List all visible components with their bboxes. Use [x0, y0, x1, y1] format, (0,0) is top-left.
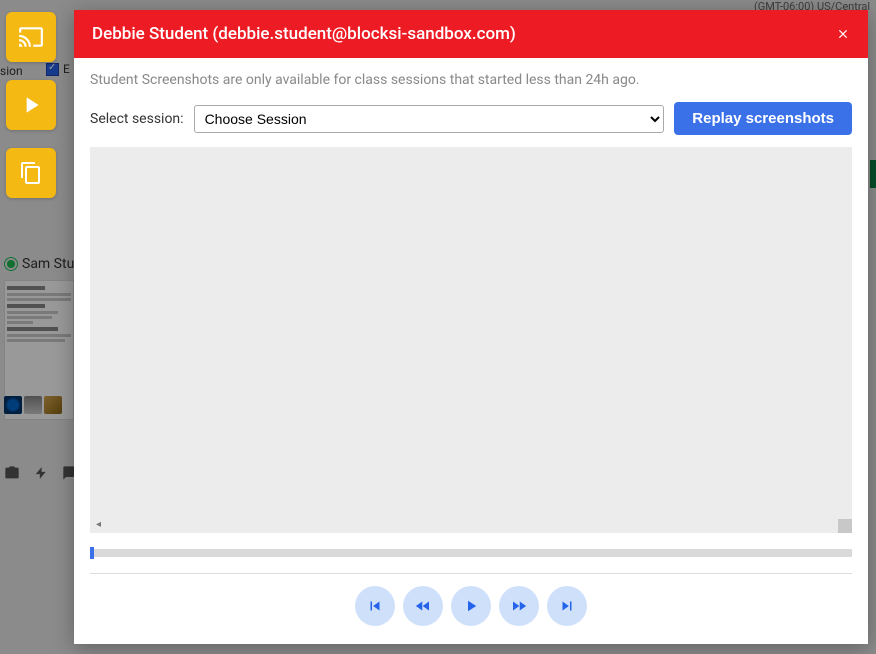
- close-icon: [836, 27, 850, 41]
- modal-title: Debbie Student (debbie.student@blocksi-s…: [92, 24, 516, 44]
- viewer-scrollbar[interactable]: ◂ ▸: [92, 517, 850, 531]
- left-toolbar: [6, 12, 56, 198]
- rewind-icon: [413, 597, 433, 615]
- copy-icon: [19, 161, 43, 185]
- session-select[interactable]: Choose Session: [194, 105, 665, 133]
- replay-screenshots-button[interactable]: Replay screenshots: [674, 102, 852, 135]
- modal-body: Student Screenshots are only available f…: [74, 58, 868, 644]
- screenshot-viewer: ◂ ▸: [90, 147, 852, 533]
- play-button[interactable]: [451, 586, 491, 626]
- play-icon: [18, 92, 44, 118]
- cast-icon: [18, 24, 44, 50]
- close-button[interactable]: [836, 24, 850, 44]
- skip-last-button[interactable]: [547, 586, 587, 626]
- skip-first-button[interactable]: [355, 586, 395, 626]
- copy-button[interactable]: [6, 148, 56, 198]
- play-center-icon: [462, 597, 480, 615]
- student-screenshots-modal: Debbie Student (debbie.student@blocksi-s…: [74, 10, 868, 644]
- skip-first-icon: [366, 597, 384, 615]
- session-row: Select session: Choose Session Replay sc…: [90, 102, 852, 135]
- timeline-slider[interactable]: [90, 549, 852, 557]
- skip-last-icon: [558, 597, 576, 615]
- scroll-left-arrow[interactable]: ◂: [96, 519, 101, 530]
- playback-controls: [90, 574, 852, 634]
- forward-icon: [509, 597, 529, 615]
- scroll-corner: [838, 519, 852, 533]
- forward-button[interactable]: [499, 586, 539, 626]
- play-toolbar-button[interactable]: [6, 80, 56, 130]
- session-label: Select session:: [90, 111, 184, 127]
- timeline-marker[interactable]: [90, 547, 94, 559]
- cast-button[interactable]: [6, 12, 56, 62]
- modal-header: Debbie Student (debbie.student@blocksi-s…: [74, 10, 868, 58]
- rewind-button[interactable]: [403, 586, 443, 626]
- info-text: Student Screenshots are only available f…: [90, 72, 852, 88]
